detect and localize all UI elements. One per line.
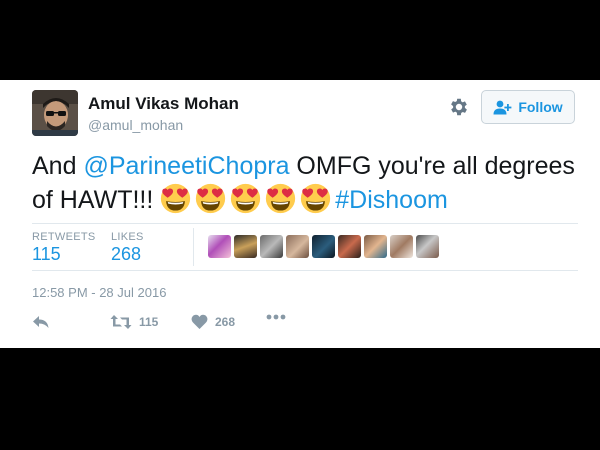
heart-icon [191, 314, 208, 329]
likes-label: LIKES [111, 231, 144, 243]
tweet-card: Amul Vikas Mohan @amul_mohan Follow And … [0, 80, 600, 348]
smiling-face-heart-eyes-icon [161, 183, 191, 214]
author-handle[interactable]: @amul_mohan [88, 117, 183, 133]
liker-avatar[interactable] [364, 235, 387, 258]
smiling-face-heart-eyes-icon [231, 183, 261, 214]
like-button[interactable]: 268 [191, 314, 235, 330]
follow-button[interactable]: Follow [481, 90, 575, 124]
liker-avatar[interactable] [416, 235, 439, 258]
add-user-icon [493, 100, 512, 114]
likes-count[interactable]: 268 [111, 244, 141, 265]
mention-link[interactable]: @ParineetiChopra [83, 152, 289, 180]
like-action-count: 268 [215, 315, 236, 329]
gear-icon[interactable] [448, 96, 470, 118]
author-avatar[interactable] [32, 90, 78, 136]
retweet-action-count: 115 [139, 315, 159, 329]
ellipsis-icon [266, 314, 286, 320]
tweet-text: And @ParineetiChopra OMFG you're all deg… [32, 150, 582, 217]
stats-top-divider [32, 223, 578, 224]
hashtag-link[interactable]: #Dishoom [335, 186, 448, 214]
reply-icon [33, 316, 49, 328]
smiling-face-heart-eyes-icon [266, 183, 296, 214]
liker-avatar[interactable] [286, 235, 309, 258]
follow-button-label: Follow [518, 99, 563, 115]
retweet-button[interactable]: 115 [110, 314, 158, 330]
stats-vertical-divider [193, 228, 194, 266]
liker-avatars [208, 235, 439, 259]
retweet-icon [110, 315, 132, 329]
liker-avatar[interactable] [312, 235, 335, 258]
smiling-face-heart-eyes-icon [196, 183, 226, 214]
more-button[interactable] [266, 314, 286, 320]
author-name[interactable]: Amul Vikas Mohan [88, 94, 239, 114]
liker-avatar[interactable] [208, 235, 231, 258]
smiling-face-heart-eyes-icon [301, 183, 331, 214]
liker-avatar[interactable] [390, 235, 413, 258]
tweet-timestamp[interactable]: 12:58 PM - 28 Jul 2016 [32, 285, 166, 300]
reply-button[interactable] [32, 314, 50, 330]
liker-avatar[interactable] [338, 235, 361, 258]
liker-avatar[interactable] [260, 235, 283, 258]
tweet-text-prefix: And [32, 152, 84, 180]
retweets-count[interactable]: 115 [32, 244, 61, 265]
stats-bottom-divider [32, 270, 578, 271]
emoji-row [160, 183, 335, 214]
liker-avatar[interactable] [234, 235, 257, 258]
retweets-label: RETWEETS [32, 231, 96, 243]
